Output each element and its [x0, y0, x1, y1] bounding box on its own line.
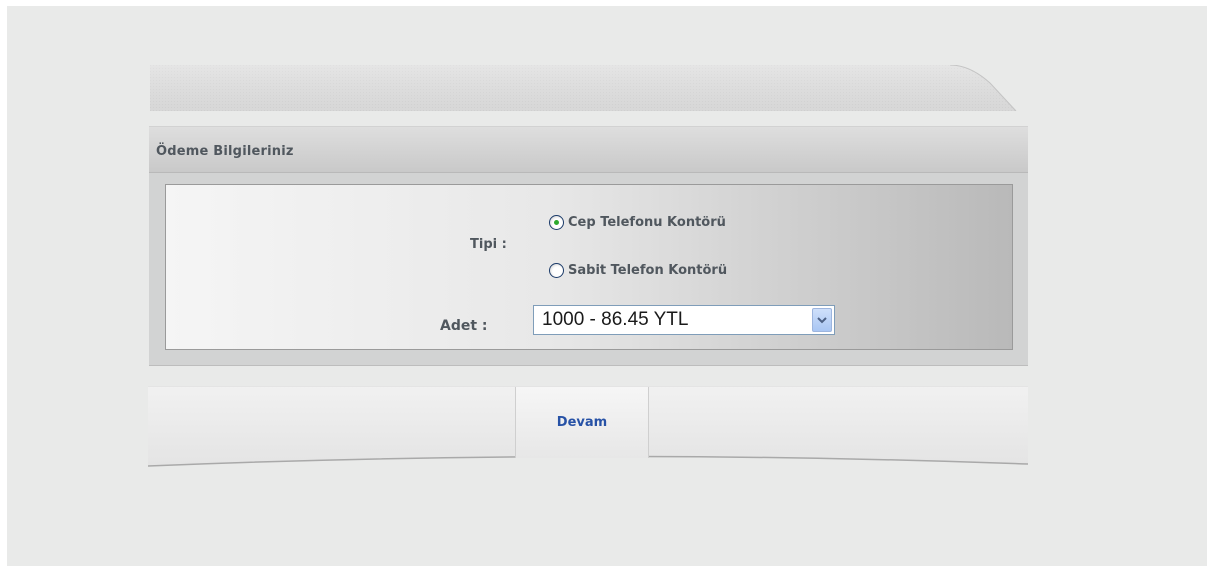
radio-button-unchecked[interactable] [549, 262, 564, 278]
payment-form-panel: Tipi : Cep Telefonu Kontörü Sabit Telefo… [149, 173, 1028, 366]
radio-label-landline: Sabit Telefon Kontörü [568, 262, 728, 278]
quantity-label: Adet : [440, 318, 488, 334]
radio-landline-credit[interactable]: Sabit Telefon Kontörü [549, 260, 727, 280]
action-bar: Devam [148, 386, 1028, 468]
quantity-select[interactable]: 1000 - 86.45 YTL [533, 305, 835, 335]
radio-label-mobile: Cep Telefonu Kontörü [568, 214, 726, 230]
chevron-down-icon[interactable] [812, 308, 832, 332]
type-label: Tipi : [470, 237, 507, 252]
radio-button-checked[interactable] [549, 214, 564, 230]
continue-button-label: Devam [556, 415, 608, 430]
quantity-selected-value: 1000 - 86.45 YTL [542, 309, 689, 330]
radio-mobile-credit[interactable]: Cep Telefonu Kontörü [549, 212, 726, 232]
section-title: Ödeme Bilgileriniz [156, 144, 294, 159]
continue-button[interactable]: Devam [515, 387, 649, 458]
top-tab-decoration [150, 65, 1028, 111]
payment-form-inner: Tipi : Cep Telefonu Kontörü Sabit Telefo… [165, 184, 1013, 350]
payment-info-header: Ödeme Bilgileriniz [149, 126, 1028, 173]
